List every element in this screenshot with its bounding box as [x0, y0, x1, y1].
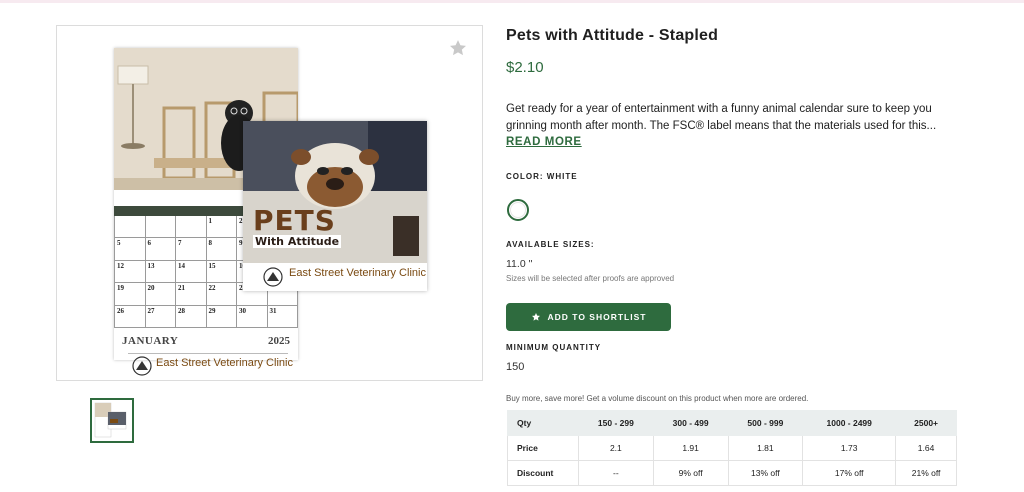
calendar-day: 28 [175, 304, 207, 329]
min-qty-value: 150 [506, 361, 525, 373]
brand-subtitle: With Attitude [253, 235, 342, 248]
calendar-year: 2025 [268, 335, 290, 347]
table-cell: 2.1 [578, 435, 654, 461]
add-to-shortlist-button[interactable]: ADD TO SHORTLIST [506, 303, 671, 331]
calendar-day: 26 [114, 304, 146, 329]
clinic-name: East Street Veterinary Clinic [289, 267, 426, 279]
product-thumbnail[interactable] [90, 398, 134, 443]
color-swatch-white[interactable] [507, 199, 529, 221]
calendar-day: 8 [205, 237, 237, 261]
bulk-discount-note: Buy more, save more! Get a volume discou… [506, 394, 809, 403]
table-cell: Discount [507, 460, 579, 486]
product-description: Get ready for a year of entertainment wi… [506, 103, 937, 132]
color-label: COLOR: WHITE [506, 172, 578, 181]
sizes-note: Sizes will be selected after proofs are … [506, 274, 675, 283]
table-cell: 17% off [802, 460, 897, 486]
calendar-day: 5 [114, 237, 146, 261]
calendar-day: 1 [205, 214, 237, 239]
table-cell: 21% off [895, 460, 957, 486]
product-image-frame: 12 56789 1213141516 1920212223 262728293… [56, 25, 483, 381]
desk-calendar-photo: PETS With Attitude [243, 121, 427, 263]
table-cell: 1.64 [895, 435, 957, 461]
calendar-day: 22 [205, 282, 237, 306]
table-cell: 1.91 [652, 435, 729, 461]
clinic-name: East Street Veterinary Clinic [156, 357, 293, 369]
calendar-day: 14 [175, 259, 207, 284]
brand-title: PETS [253, 204, 336, 237]
calendar-day: 31 [266, 304, 298, 329]
calendar-day: 29 [205, 304, 237, 329]
table-header: 500 - 999 [727, 410, 804, 436]
favorite-star-icon[interactable] [448, 38, 468, 58]
calendar-day: 13 [144, 259, 176, 284]
calendar-day: 19 [114, 282, 146, 306]
table-cell: Price [507, 435, 579, 461]
clinic-logo-icon [263, 267, 283, 287]
star-icon [531, 313, 540, 321]
calendar-day: 21 [175, 282, 207, 306]
table-cell: 13% off [727, 460, 804, 486]
table-cell: 9% off [652, 460, 729, 486]
table-cell: 1.73 [802, 435, 897, 461]
pricing-header-row: Qty 150 - 299 300 - 499 500 - 999 1000 -… [507, 410, 957, 436]
table-header: Qty [507, 410, 579, 436]
calendar-day: 6 [144, 237, 176, 261]
sizes-label: AVAILABLE SIZES: [506, 240, 595, 249]
calendar-day: 20 [144, 282, 176, 306]
table-cell: 1.81 [727, 435, 804, 461]
table-row: Discount -- 9% off 13% off 17% off 21% o… [507, 460, 957, 486]
shortlist-button-label: ADD TO SHORTLIST [547, 312, 647, 322]
min-qty-label: MINIMUM QUANTITY [506, 343, 602, 352]
calendar-day: 15 [205, 259, 237, 284]
table-header: 2500+ [895, 410, 957, 436]
table-header: 300 - 499 [652, 410, 729, 436]
table-row: Price 2.1 1.91 1.81 1.73 1.64 [507, 435, 957, 461]
calendar-day: 12 [114, 259, 146, 284]
desk-calendar-footer: East Street Veterinary Clinic [243, 264, 427, 291]
table-cell: -- [578, 460, 654, 486]
size-value: 11.0 " [506, 258, 533, 270]
calendar-day: 30 [236, 304, 268, 329]
calendar-footer: East Street Veterinary Clinic [128, 353, 293, 378]
pricing-table: Qty 150 - 299 300 - 499 500 - 999 1000 -… [507, 410, 957, 486]
product-title: Pets with Attitude - Stapled [506, 27, 719, 44]
table-header: 1000 - 2499 [802, 410, 897, 436]
top-accent-line [0, 0, 1024, 3]
calendar-day: 27 [144, 304, 176, 329]
calendar-month: JANUARY [122, 335, 179, 347]
table-header: 150 - 299 [578, 410, 654, 436]
calendar-day: 7 [175, 237, 207, 261]
read-more-link[interactable]: READ MORE [506, 136, 582, 148]
desk-calendar-image: PETS With Attitude East Street Veterinar… [243, 121, 427, 291]
clinic-logo-icon [132, 356, 152, 376]
product-price: $2.10 [506, 59, 544, 76]
